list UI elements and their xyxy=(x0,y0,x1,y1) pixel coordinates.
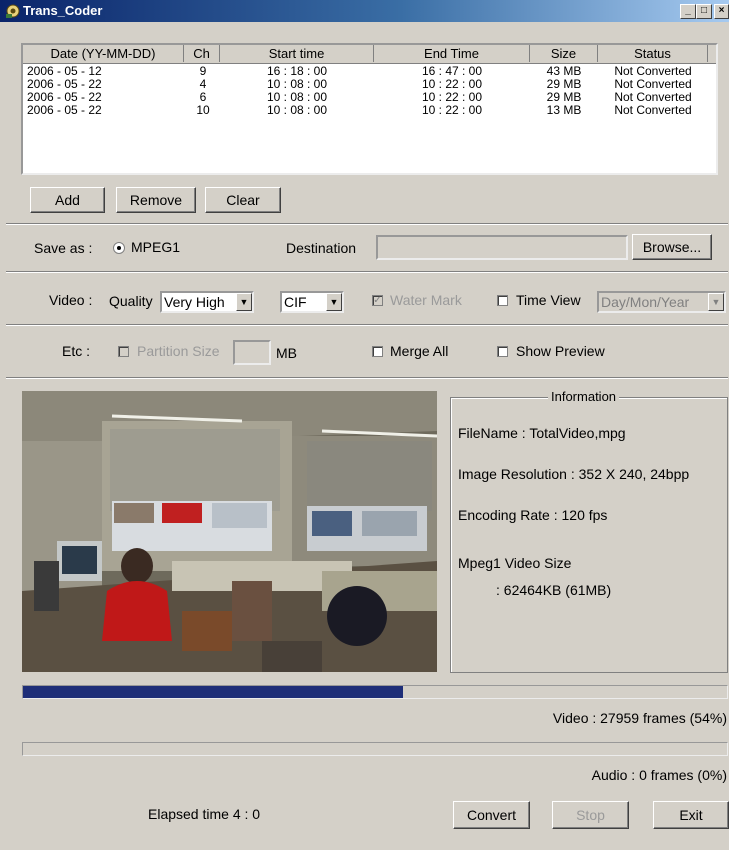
info-filename: FileName : TotalVideo,mpg xyxy=(458,425,626,441)
timeview-value: Day/Mon/Year xyxy=(601,294,690,310)
cell-status: Not Converted xyxy=(614,103,692,117)
partition-label: Partition Size xyxy=(137,343,220,359)
table-row[interactable]: 2006 - 05 - 12 9 16 : 18 : 00 16 : 47 : … xyxy=(23,65,716,78)
remove-button[interactable]: Remove xyxy=(116,187,196,213)
size-select[interactable]: CIF ▼ xyxy=(280,291,344,313)
watermark-label: Water Mark xyxy=(390,292,462,308)
mpeg1-radio[interactable] xyxy=(113,242,125,254)
col-end[interactable]: End Time xyxy=(374,45,530,62)
info-resolution: Image Resolution : 352 X 240, 24bpp xyxy=(458,466,690,482)
timeview-select[interactable]: Day/Mon/Year ▼ xyxy=(597,291,726,313)
elapsed-time: Elapsed time 4 : 0 xyxy=(148,806,261,822)
info-encoding-rate: Encoding Rate : 120 fps xyxy=(458,507,608,523)
etc-label: Etc : xyxy=(62,343,91,359)
info-size-value: : 62464KB (61MB) xyxy=(496,582,612,598)
quality-value: Very High xyxy=(164,294,225,310)
clear-button[interactable]: Clear xyxy=(205,187,281,213)
minimize-button[interactable]: _ xyxy=(680,4,696,19)
size-value: CIF xyxy=(284,294,307,310)
video-label: Video : xyxy=(49,292,93,308)
audio-progress-bar xyxy=(22,742,728,756)
watermark-checkbox[interactable]: ✓ xyxy=(372,295,383,306)
chevron-down-icon[interactable]: ▼ xyxy=(236,293,252,311)
timeview-label: Time View xyxy=(516,292,581,308)
destination-field[interactable] xyxy=(376,235,628,260)
timeview-checkbox[interactable] xyxy=(497,295,508,306)
save-as-label: Save as : xyxy=(34,240,93,256)
table-row[interactable]: 2006 - 05 - 22 10 10 : 08 : 00 10 : 22 :… xyxy=(23,104,716,117)
window-title: Trans_Coder xyxy=(23,3,103,18)
show-preview-checkbox[interactable] xyxy=(497,346,508,357)
partition-size-field[interactable] xyxy=(233,340,271,365)
quality-select[interactable]: Very High ▼ xyxy=(160,291,254,313)
title-bar[interactable] xyxy=(0,0,729,22)
info-size-label: Mpeg1 Video Size xyxy=(458,555,572,571)
maximize-button[interactable]: □ xyxy=(696,4,712,19)
video-progress-bar xyxy=(22,685,728,699)
cell-date: 2006 - 05 - 22 xyxy=(27,103,102,117)
audio-progress-text: Audio : 0 frames (0%) xyxy=(591,767,727,783)
divider xyxy=(6,324,728,326)
cell-start: 10 : 08 : 00 xyxy=(266,103,328,117)
file-list-header: Date (YY-MM-DD) Ch Start time End Time S… xyxy=(23,45,716,64)
col-start[interactable]: Start time xyxy=(220,45,374,62)
merge-all-checkbox[interactable] xyxy=(372,346,383,357)
browse-button[interactable]: Browse... xyxy=(632,234,712,260)
stop-button[interactable]: Stop xyxy=(552,801,629,829)
cell-size: 13 MB xyxy=(546,103,582,117)
mpeg1-label: MPEG1 xyxy=(131,239,181,255)
divider xyxy=(6,377,728,379)
table-row[interactable]: 2006 - 05 - 22 6 10 : 08 : 00 10 : 22 : … xyxy=(23,91,716,104)
destination-label: Destination xyxy=(286,240,357,256)
divider xyxy=(6,271,728,273)
file-list[interactable]: Date (YY-MM-DD) Ch Start time End Time S… xyxy=(21,43,718,175)
information-title: Information xyxy=(548,389,620,404)
close-button[interactable]: × xyxy=(714,4,729,19)
merge-all-label: Merge All xyxy=(390,343,449,359)
col-size[interactable]: Size xyxy=(530,45,598,62)
col-date[interactable]: Date (YY-MM-DD) xyxy=(23,45,184,62)
chevron-down-icon[interactable]: ▼ xyxy=(708,293,724,311)
show-preview-label: Show Preview xyxy=(516,343,605,359)
cell-end: 10 : 22 : 00 xyxy=(421,103,483,117)
partition-checkbox[interactable] xyxy=(118,346,129,357)
app-icon xyxy=(6,4,20,18)
convert-button[interactable]: Convert xyxy=(453,801,530,829)
cell-ch: 10 xyxy=(196,103,210,117)
video-progress-fill xyxy=(23,686,404,698)
video-preview-image xyxy=(22,391,437,672)
col-status[interactable]: Status xyxy=(598,45,708,62)
exit-button[interactable]: Exit xyxy=(653,801,729,829)
video-progress-text: Video : 27959 frames (54%) xyxy=(552,710,727,726)
table-row[interactable]: 2006 - 05 - 22 4 10 : 08 : 00 10 : 22 : … xyxy=(23,78,716,91)
divider xyxy=(6,223,728,225)
col-ch[interactable]: Ch xyxy=(184,45,220,62)
chevron-down-icon[interactable]: ▼ xyxy=(326,293,342,311)
add-button[interactable]: Add xyxy=(30,187,105,213)
partition-unit: MB xyxy=(276,345,297,361)
quality-label: Quality xyxy=(109,293,153,309)
